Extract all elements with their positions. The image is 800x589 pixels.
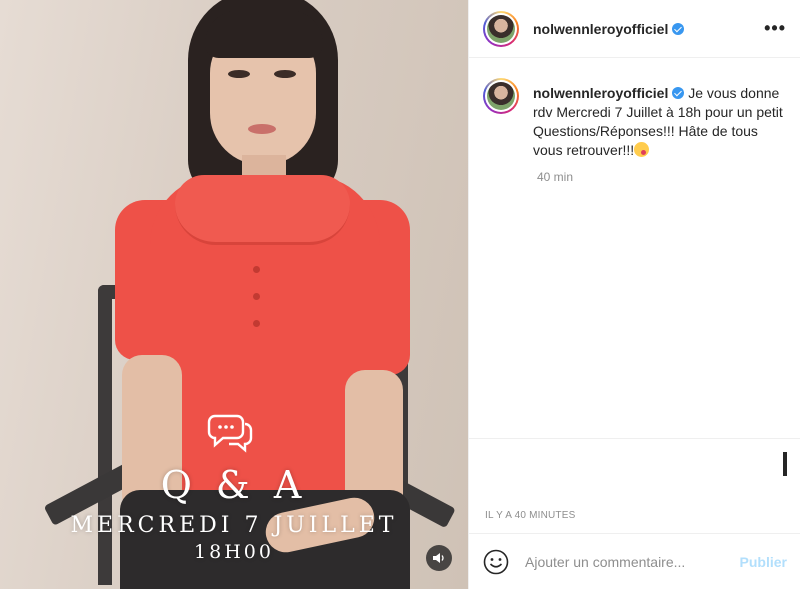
cursor-icon xyxy=(783,452,787,476)
speech-bubbles-icon xyxy=(207,414,253,453)
publish-button[interactable]: Publier xyxy=(740,554,787,570)
eye-left xyxy=(228,70,250,78)
shirt-button xyxy=(253,320,260,327)
post-timestamp[interactable]: IL Y A 40 MINUTES xyxy=(485,510,575,521)
comment-input[interactable] xyxy=(525,553,735,570)
eye-right xyxy=(274,70,296,78)
caption-timestamp[interactable]: 40 min xyxy=(537,170,800,184)
username-link[interactable]: nolwennleroyofficiel xyxy=(533,21,668,37)
bangs xyxy=(205,10,323,58)
shirt-button xyxy=(253,293,260,300)
avatar[interactable] xyxy=(483,10,519,47)
video-time: 18H00 xyxy=(194,541,274,563)
post-header: nolwennleroyofficiel ••• xyxy=(469,0,800,58)
emoji-picker-icon[interactable] xyxy=(483,549,509,575)
divider xyxy=(469,438,800,439)
lips xyxy=(248,124,276,134)
post-caption: nolwennleroyofficiel Je vous donne rdv M… xyxy=(469,58,800,160)
post-side-panel: nolwennleroyofficiel ••• nolwennleroyoff… xyxy=(468,0,800,589)
verified-badge-icon xyxy=(672,22,685,35)
video-date: MERCREDI 7 JUILLET xyxy=(70,513,398,538)
video-title: Q & A xyxy=(160,463,308,507)
shirt-button xyxy=(253,266,260,273)
caption-username-link[interactable]: nolwennleroyofficiel xyxy=(533,85,668,101)
avatar[interactable] xyxy=(483,78,519,114)
kiss-emoji-icon xyxy=(634,142,650,157)
verified-badge-icon xyxy=(672,87,685,99)
profile-picture xyxy=(487,14,515,43)
post-video[interactable]: Q & A MERCREDI 7 JUILLET 18H00 xyxy=(0,0,468,589)
speaker-icon xyxy=(433,553,444,563)
volume-button[interactable] xyxy=(426,545,452,571)
comment-bar: Publier xyxy=(469,533,800,589)
profile-picture xyxy=(487,82,515,110)
more-options-button[interactable]: ••• xyxy=(764,18,786,39)
shirt-collar xyxy=(175,175,350,245)
